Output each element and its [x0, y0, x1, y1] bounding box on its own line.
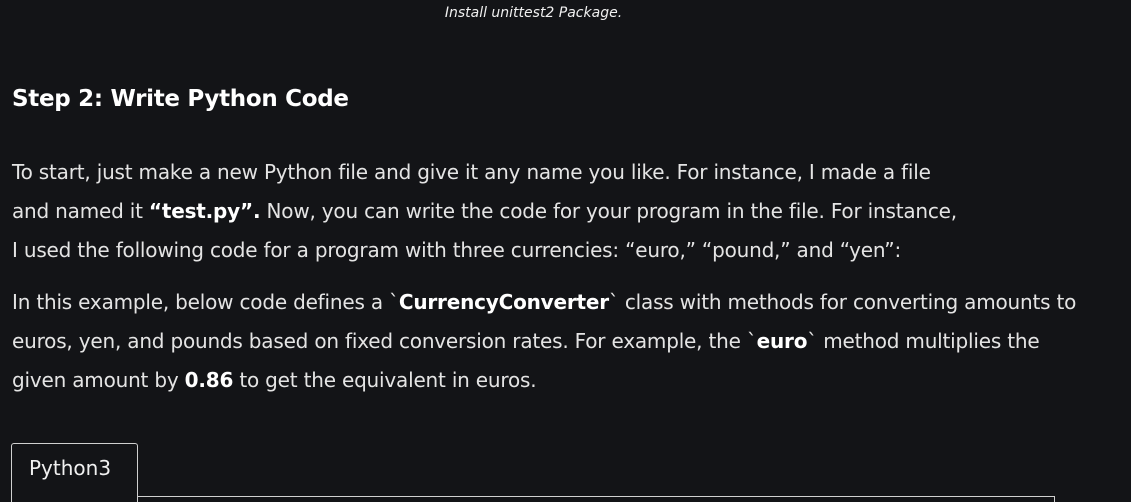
- para1-line1: To start, just make a new Python file an…: [12, 160, 931, 184]
- section-heading: Step 2: Write Python Code: [12, 86, 349, 112]
- image-caption: Install unittest2 Package.: [444, 5, 623, 21]
- tab-python3[interactable]: Python3: [11, 443, 138, 502]
- method-name-bold: euro: [756, 329, 808, 353]
- para1-line2-end: Now, you can write the code for your pro…: [260, 199, 958, 223]
- rate-bold: 0.86: [184, 368, 234, 392]
- explanation-paragraph: In this example, below code defines a `C…: [12, 283, 1092, 400]
- para1-line3: I used the following code for a program …: [12, 238, 901, 262]
- code-block-frame: [11, 496, 1055, 502]
- para2-part-a: In this example, below code defines a `: [12, 290, 399, 314]
- para1-line2-start: and named it: [12, 199, 149, 223]
- filename-bold: “test.py”.: [148, 199, 261, 223]
- para2-part-d: to get the equivalent in euros.: [233, 368, 537, 392]
- class-name-bold: CurrencyConverter: [398, 290, 609, 314]
- intro-paragraph: To start, just make a new Python file an…: [12, 153, 1092, 270]
- tab-python3-label: Python3: [29, 456, 112, 480]
